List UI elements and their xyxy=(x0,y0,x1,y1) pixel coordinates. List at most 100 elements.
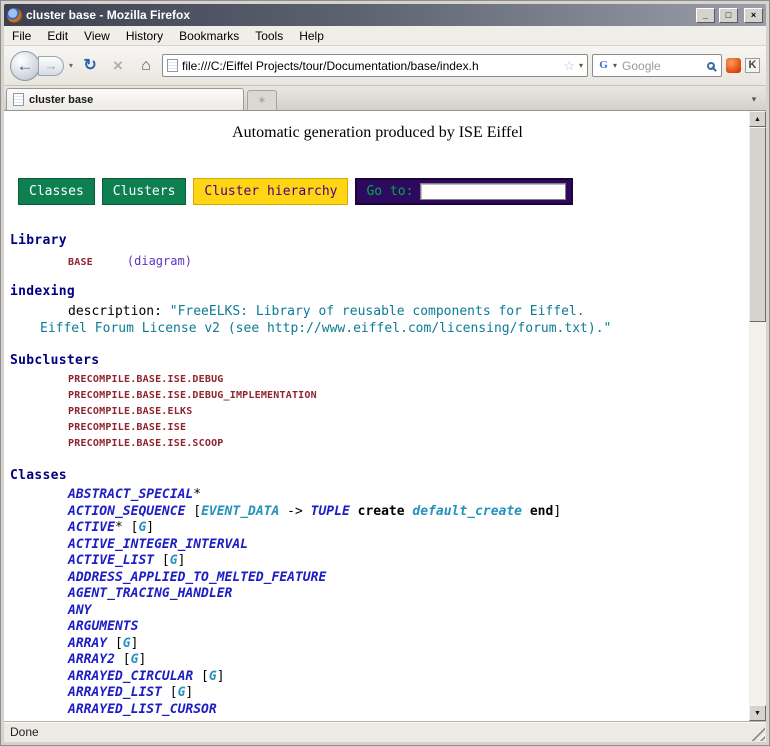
subcluster-link[interactable]: PRECOMPILE.BASE.ISE.DEBUG xyxy=(68,372,745,388)
class-entry-segment: ] xyxy=(131,636,139,651)
class-entry-segment: ] xyxy=(217,669,225,684)
menu-item[interactable]: File xyxy=(4,27,39,45)
content-area: Automatic generation produced by ISE Eif… xyxy=(4,111,766,721)
scroll-up-button[interactable]: ▲ xyxy=(749,111,766,127)
class-entry-segment[interactable]: default_create xyxy=(412,504,522,519)
menu-item[interactable]: History xyxy=(118,27,171,45)
class-entry[interactable]: ARRAYED_CIRCULAR [G] xyxy=(68,669,745,686)
class-entry-segment: ] xyxy=(178,553,186,568)
stop-button[interactable]: × xyxy=(106,54,130,78)
class-entry-segment[interactable]: ARRAY xyxy=(68,636,107,651)
search-input[interactable] xyxy=(620,58,704,74)
class-entry-segment: [ xyxy=(185,504,201,519)
class-entry[interactable]: ACTIVE_INTEGER_INTERVAL xyxy=(68,537,745,554)
subcluster-link[interactable]: PRECOMPILE.BASE.ISE.SCOOP xyxy=(68,436,745,452)
search-magnifier-icon[interactable] xyxy=(707,62,715,70)
tab-cluster-base[interactable]: cluster base xyxy=(6,88,244,110)
class-entry[interactable]: ARRAY [G] xyxy=(68,636,745,653)
class-entry[interactable]: ARRAYED_LIST [G] xyxy=(68,685,745,702)
class-entry-segment[interactable]: G xyxy=(209,669,217,684)
class-entry-segment[interactable]: AGENT_TRACING_HANDLER xyxy=(68,586,232,601)
class-entry-segment[interactable]: ARRAY2 xyxy=(68,652,115,667)
menu-item[interactable]: View xyxy=(76,27,118,45)
cluster-base-link[interactable]: BASE xyxy=(68,257,93,268)
class-entry-segment[interactable]: ACTIVE xyxy=(68,520,115,535)
menu-item[interactable]: Bookmarks xyxy=(171,27,247,45)
class-entry-segment: [ xyxy=(115,652,131,667)
class-entry[interactable]: ACTIVE_LIST [G] xyxy=(68,553,745,570)
tab-stub[interactable]: ∗ xyxy=(247,90,277,110)
class-entry[interactable]: ACTIVE* [G] xyxy=(68,520,745,537)
extension-icon-k[interactable]: K xyxy=(745,58,760,73)
subcluster-link[interactable]: PRECOMPILE.BASE.ELKS xyxy=(68,404,745,420)
back-button[interactable]: ← xyxy=(10,51,40,81)
class-entry-segment[interactable]: ARRAYED_CIRCULAR xyxy=(68,669,193,684)
vertical-scrollbar[interactable]: ▲ ▼ xyxy=(749,111,766,721)
library-heading: Library xyxy=(10,233,745,248)
class-entry[interactable]: ARGUMENTS xyxy=(68,619,745,636)
page-banner: Automatic generation produced by ISE Eif… xyxy=(10,124,745,142)
history-dropdown-icon[interactable]: ▾ xyxy=(68,61,74,70)
search-engine-dropdown-icon[interactable]: ▾ xyxy=(613,61,617,70)
scroll-down-button[interactable]: ▼ xyxy=(749,705,766,721)
class-entry-segment[interactable]: ACTIVE_INTEGER_INTERVAL xyxy=(68,537,248,552)
resize-grip[interactable] xyxy=(751,727,765,741)
class-entry-segment[interactable]: G xyxy=(170,553,178,568)
scroll-thumb[interactable] xyxy=(749,127,766,322)
class-entry[interactable]: ACTION_SEQUENCE [EVENT_DATA -> TUPLE cre… xyxy=(68,504,745,521)
class-entry-segment: ] xyxy=(146,520,154,535)
class-entry-segment[interactable]: TUPLE xyxy=(311,504,350,519)
subcluster-link[interactable]: PRECOMPILE.BASE.ISE xyxy=(68,420,745,436)
class-entry-segment: ] xyxy=(138,652,146,667)
tab-list-dropdown-icon[interactable]: ▾ xyxy=(746,91,762,107)
class-entry-segment: [ xyxy=(123,520,139,535)
class-entry-segment[interactable]: ACTION_SEQUENCE xyxy=(68,504,185,519)
menu-item[interactable]: Help xyxy=(291,27,332,45)
class-entry[interactable]: ABSTRACT_SPECIAL* xyxy=(68,487,745,504)
url-input[interactable] xyxy=(182,59,559,73)
class-entry-segment[interactable]: EVENT_DATA xyxy=(201,504,279,519)
subclusters-heading: Subclusters xyxy=(10,353,745,368)
indexing-key: description: xyxy=(68,304,170,319)
bookmark-star-icon[interactable]: ☆ xyxy=(563,59,575,72)
class-entry-segment: [ xyxy=(162,685,178,700)
class-entry-segment: create xyxy=(358,504,405,519)
class-entry[interactable]: ARRAY2 [G] xyxy=(68,652,745,669)
menu-item[interactable]: Edit xyxy=(39,27,76,45)
class-entry-segment: ] xyxy=(553,504,561,519)
class-entry-segment[interactable]: ARGUMENTS xyxy=(68,619,138,634)
search-box[interactable]: G ▾ xyxy=(592,54,722,77)
class-entry-segment[interactable]: ABSTRACT_SPECIAL xyxy=(68,487,193,502)
status-bar: Done xyxy=(4,721,766,742)
indexing-heading: indexing xyxy=(10,284,745,299)
diagram-link[interactable]: (diagram) xyxy=(127,254,192,268)
class-entry[interactable]: ADDRESS_APPLIED_TO_MELTED_FEATURE xyxy=(68,570,745,587)
cluster-hierarchy-button[interactable]: Cluster hierarchy xyxy=(193,178,348,205)
close-button[interactable]: × xyxy=(744,8,763,23)
class-entry[interactable]: AGENT_TRACING_HANDLER xyxy=(68,586,745,603)
class-entry[interactable]: ARRAYED_LIST_CURSOR xyxy=(68,702,745,719)
scroll-track[interactable] xyxy=(749,127,766,705)
class-entry-segment: -> xyxy=(279,504,310,519)
minimize-button[interactable]: _ xyxy=(696,8,715,23)
menu-item[interactable]: Tools xyxy=(247,27,291,45)
maximize-button[interactable]: □ xyxy=(719,8,738,23)
class-entry-segment[interactable]: G xyxy=(123,636,131,651)
extension-icon-red[interactable] xyxy=(726,58,741,73)
class-entry-segment[interactable]: ARRAYED_LIST_CURSOR xyxy=(68,702,217,717)
classes-list: ABSTRACT_SPECIAL*ACTION_SEQUENCE [EVENT_… xyxy=(68,487,745,718)
reload-button[interactable]: ↻ xyxy=(78,54,102,78)
class-entry-segment[interactable]: ACTIVE_LIST xyxy=(68,553,154,568)
class-entry-segment[interactable]: ARRAYED_LIST xyxy=(68,685,162,700)
class-entry[interactable]: ANY xyxy=(68,603,745,620)
forward-button[interactable]: → xyxy=(38,56,64,76)
url-dropdown-icon[interactable]: ▾ xyxy=(579,61,583,70)
goto-input[interactable] xyxy=(420,183,566,200)
class-entry-segment[interactable]: ADDRESS_APPLIED_TO_MELTED_FEATURE xyxy=(68,570,326,585)
address-bar[interactable]: ☆ ▾ xyxy=(162,54,588,77)
clusters-button[interactable]: Clusters xyxy=(102,178,187,205)
class-entry-segment[interactable]: ANY xyxy=(68,603,91,618)
home-button[interactable]: ⌂ xyxy=(134,54,158,78)
classes-button[interactable]: Classes xyxy=(18,178,95,205)
subcluster-link[interactable]: PRECOMPILE.BASE.ISE.DEBUG_IMPLEMENTATION xyxy=(68,388,745,404)
